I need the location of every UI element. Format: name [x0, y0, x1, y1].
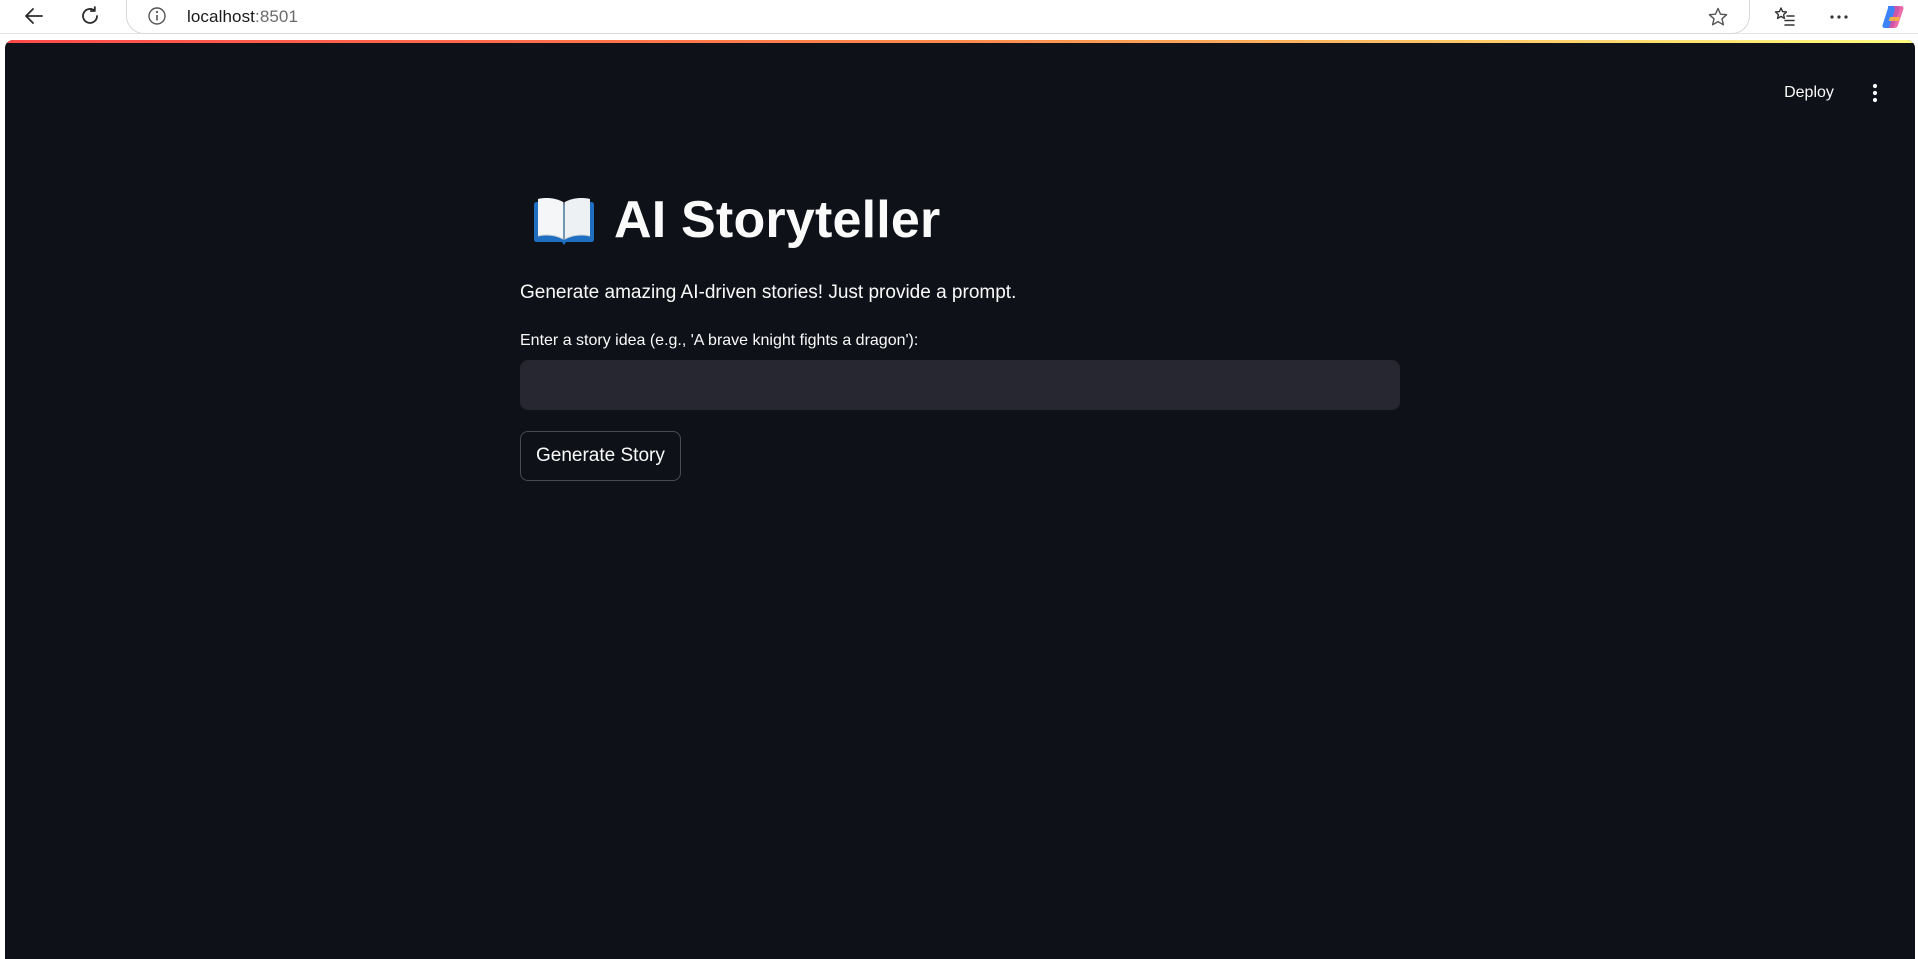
url-host: localhost [187, 7, 255, 26]
more-options-icon[interactable] [1824, 2, 1854, 32]
vertical-dots-icon [1872, 83, 1878, 103]
info-icon[interactable] [147, 6, 167, 26]
reload-button[interactable] [70, 0, 110, 32]
favorites-list-icon[interactable] [1770, 2, 1800, 32]
favorite-star-icon[interactable] [1705, 4, 1731, 30]
arrow-left-icon [25, 8, 43, 24]
url-text[interactable]: localhost:8501 [187, 7, 298, 27]
deploy-button[interactable]: Deploy [1767, 74, 1851, 112]
main-content: AI Storyteller Generate amazing AI-drive… [520, 180, 1400, 481]
app-container: Deploy AI Storyteller Generate amazing A… [5, 40, 1915, 959]
back-button[interactable] [14, 0, 54, 32]
main-menu-button[interactable] [1857, 74, 1893, 112]
browser-toolbar: localhost:8501 [0, 0, 1918, 34]
copilot-icon[interactable] [1878, 2, 1908, 32]
url-port: :8501 [255, 7, 299, 26]
page-title: AI Storyteller [614, 191, 941, 249]
title-row: AI Storyteller [520, 180, 1400, 260]
story-input-label: Enter a story idea (e.g., 'A brave knigh… [520, 332, 919, 349]
generate-story-button[interactable]: Generate Story [520, 431, 681, 481]
open-book-icon [534, 198, 594, 245]
story-idea-input[interactable] [520, 360, 1400, 410]
page-subtitle: Generate amazing AI-driven stories! Just… [520, 282, 1017, 303]
reload-icon [82, 6, 98, 24]
address-bar[interactable]: localhost:8501 [126, 0, 1750, 34]
header-accent-bar [5, 40, 1915, 43]
